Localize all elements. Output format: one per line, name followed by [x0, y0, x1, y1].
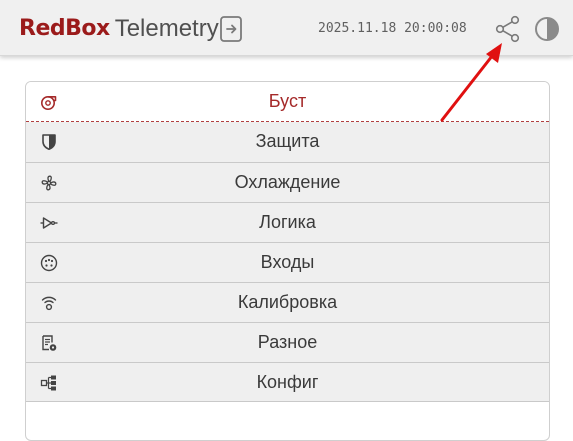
menu-item-boost[interactable]: Буст [26, 82, 549, 122]
brand-subtitle: Telemetry [114, 15, 219, 42]
menu-item-calibration[interactable]: Калибровка [26, 282, 549, 322]
menu-item-logic[interactable]: Логика [26, 202, 549, 242]
settings-menu: Буст Защита Охлаждение Логика Входы Кали… [25, 81, 550, 441]
menu-item-label: Калибровка [237, 292, 338, 312]
datetime-display: 2025.11.18 20:00:08 [318, 21, 467, 36]
menu-item-label: Логика [259, 212, 316, 232]
app-header: RedBox Telemetry 2025.11.18 20:00:08 [0, 0, 573, 56]
app-logo: RedBox Telemetry [19, 14, 219, 44]
menu-item-label: Разное [257, 332, 318, 352]
menu-item-protection[interactable]: Защита [26, 122, 549, 162]
brand-name: RedBox [19, 16, 110, 41]
logout-icon [220, 16, 242, 42]
menu-item-label: Входы [260, 252, 315, 272]
theme-toggle-button[interactable] [534, 16, 560, 42]
menu-item-misc[interactable]: Разное [26, 322, 549, 362]
logout-button[interactable] [219, 15, 245, 43]
menu-item-label: Охлаждение [234, 172, 341, 192]
menu-item-label: Буст [268, 91, 307, 111]
menu-item-label: Конфиг [256, 372, 319, 392]
share-button[interactable] [495, 15, 521, 43]
share-icon [495, 15, 520, 43]
menu-item-inputs[interactable]: Входы [26, 242, 549, 282]
menu-item-config[interactable]: Конфиг [26, 362, 549, 402]
menu-item-cooling[interactable]: Охлаждение [26, 162, 549, 202]
menu-item-label: Защита [255, 131, 320, 151]
theme-toggle-icon [535, 17, 559, 41]
